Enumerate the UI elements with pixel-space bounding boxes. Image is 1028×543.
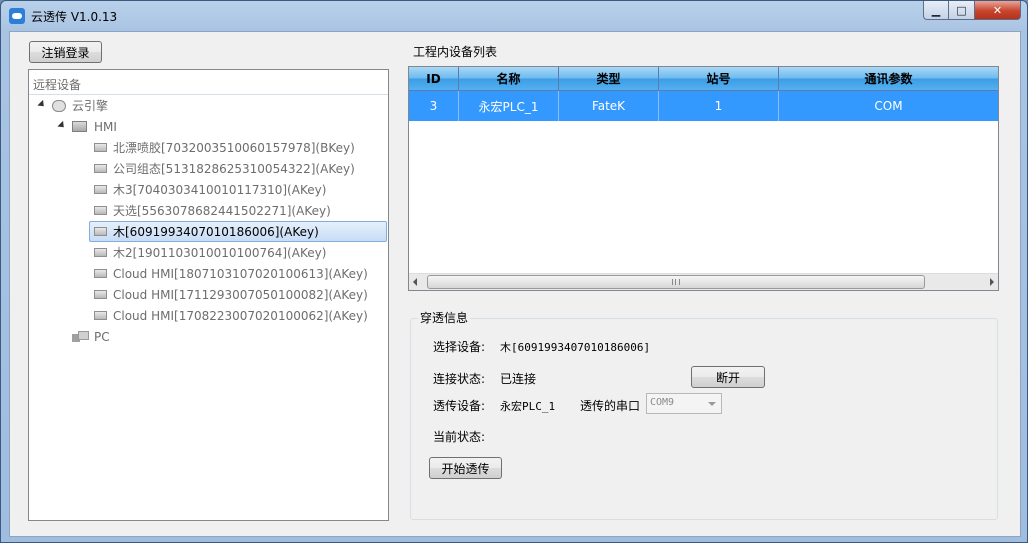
device-label: 木[6091993407010186006](AKey)	[113, 225, 319, 239]
device-list-title: 工程内设备列表	[413, 45, 498, 59]
close-icon: ✕	[992, 3, 1003, 17]
minimize-button[interactable]: ▁	[923, 1, 949, 20]
select-device-label: 选择设备:	[433, 340, 486, 354]
tree-device-item[interactable]: 木2[1901103010010100764](AKey)	[94, 242, 326, 263]
scroll-thumb[interactable]	[427, 275, 925, 289]
scroll-left-icon[interactable]	[413, 278, 417, 286]
column-header-comm[interactable]: 通讯参数	[779, 67, 998, 91]
tree-root-label: 云引擎	[72, 99, 109, 113]
tree-device-item[interactable]: 北漂喷胶[7032003510060157978](BKey)	[94, 137, 355, 158]
tree-device-item-selected[interactable]: 木[6091993407010186006](AKey)	[89, 221, 387, 242]
passthrough-group-title: 穿透信息	[418, 309, 471, 326]
close-button[interactable]: ✕	[975, 1, 1021, 20]
device-label: 木2[1901103010010100764](AKey)	[113, 246, 327, 260]
maximize-icon: □	[956, 3, 967, 17]
window-title: 云透传 V1.0.13	[31, 10, 118, 24]
tree-group-label: PC	[94, 329, 110, 344]
cell-station: 1	[659, 91, 779, 121]
device-icon	[94, 206, 107, 215]
column-header-name[interactable]: 名称	[459, 67, 559, 91]
cell-comm: COM	[874, 99, 903, 113]
tree-device-item[interactable]: Cloud HMI[1711293007050100082](AKey)	[94, 284, 368, 305]
column-header-type[interactable]: 类型	[559, 67, 659, 91]
disconnect-button[interactable]: 断开	[691, 366, 765, 388]
tree-device-item[interactable]: 天选[5563078682441502271](AKey)	[94, 200, 331, 221]
device-icon	[94, 227, 107, 236]
cell-id: 3	[409, 91, 459, 121]
connection-status-value: 已连接	[500, 372, 537, 386]
current-status-label: 当前状态:	[433, 430, 486, 444]
serial-port-select[interactable]: COM9	[646, 393, 722, 414]
tree-device-item[interactable]: 木3[7040303410010117310](AKey)	[94, 179, 326, 200]
device-label: Cloud HMI[1708223007020100062](AKey)	[113, 308, 368, 323]
title-bar[interactable]: 云透传 V1.0.13 ▁ □ ✕	[1, 1, 1027, 31]
remote-device-header: 远程设备	[29, 70, 388, 95]
device-icon	[94, 164, 107, 173]
horizontal-scrollbar[interactable]	[409, 273, 998, 290]
tree-group-hmi[interactable]: HMI	[56, 116, 117, 137]
transparent-device-label: 透传设备:	[433, 399, 486, 413]
device-label: 公司组态[5131828625310054322](AKey)	[113, 162, 355, 176]
pc-icon	[72, 331, 89, 342]
scroll-right-icon[interactable]	[990, 278, 994, 286]
device-label: 木3[7040303410010117310](AKey)	[113, 183, 327, 197]
device-label: 北漂喷胶[7032003510060157978](BKey)	[113, 141, 355, 155]
tree-group-pc[interactable]: PC	[72, 326, 110, 347]
hmi-icon	[72, 121, 87, 132]
column-header-station[interactable]: 站号	[659, 67, 779, 91]
device-label: Cloud HMI[1711293007050100082](AKey)	[113, 287, 368, 302]
cell-name: 永宏PLC_1	[459, 91, 559, 121]
grid-header: ID 名称 类型 站号 通讯参数	[409, 67, 998, 91]
start-passthrough-button[interactable]: 开始透传	[429, 457, 502, 479]
tree-group-label: HMI	[94, 119, 117, 134]
expand-arrow-icon[interactable]	[57, 120, 67, 131]
chevron-down-icon	[708, 402, 716, 406]
expand-arrow-icon[interactable]	[37, 99, 47, 110]
select-device-value: 木[6091993407010186006]	[500, 341, 651, 354]
column-header-id[interactable]: ID	[409, 67, 459, 91]
device-icon	[94, 290, 107, 299]
device-icon	[94, 311, 107, 320]
device-list-grid: ID 名称 类型 站号 通讯参数 3 永宏PLC_1 FateK 1 COM	[408, 66, 999, 291]
device-label: Cloud HMI[1807103107020100613](AKey)	[113, 266, 368, 281]
passthrough-groupbox	[410, 318, 998, 520]
cloud-engine-icon	[52, 99, 66, 112]
logout-button[interactable]: 注销登录	[29, 41, 102, 63]
caption-buttons: ▁ □ ✕	[923, 1, 1021, 21]
tree-device-item[interactable]: Cloud HMI[1708223007020100062](AKey)	[94, 305, 368, 326]
device-icon	[94, 185, 107, 194]
connection-status-label: 连接状态:	[433, 372, 486, 386]
tree-device-item[interactable]: 公司组态[5131828625310054322](AKey)	[94, 158, 355, 179]
transparent-device-value: 永宏PLC_1	[500, 400, 556, 413]
cell-type: FateK	[559, 91, 659, 121]
device-icon	[94, 143, 107, 152]
tree-device-item[interactable]: Cloud HMI[1807103107020100613](AKey)	[94, 263, 368, 284]
table-row[interactable]: 3 永宏PLC_1 FateK 1 COM	[409, 91, 998, 121]
maximize-button[interactable]: □	[949, 1, 975, 20]
minimize-icon: ▁	[931, 3, 941, 17]
tree-root-cloud-engine[interactable]: 云引擎	[36, 95, 108, 116]
serial-port-label: 透传的串口	[580, 399, 641, 413]
serial-port-value: COM9	[650, 397, 675, 408]
device-icon	[94, 269, 107, 278]
device-label: 天选[5563078682441502271](AKey)	[113, 204, 331, 218]
cloud-app-icon	[9, 8, 25, 24]
grip-icon	[672, 279, 680, 285]
device-icon	[94, 248, 107, 257]
